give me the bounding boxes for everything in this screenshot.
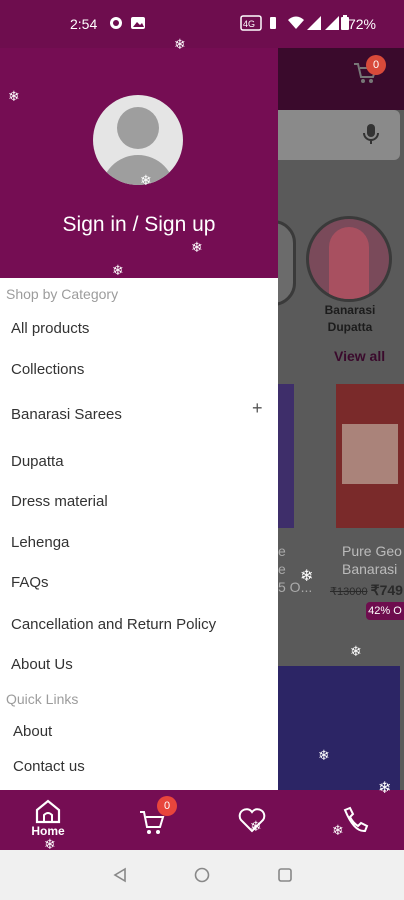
recents-icon[interactable] — [277, 867, 293, 883]
menu-item-collections[interactable]: Collections — [11, 361, 84, 378]
vibrate-icon — [268, 15, 278, 31]
snowflake-icon: ❄ — [378, 780, 392, 797]
signal-icon-2 — [324, 15, 340, 31]
snowflake-icon: ❄ — [191, 239, 203, 255]
sync-icon — [108, 15, 124, 31]
bottom-nav: Home — [0, 790, 404, 850]
product-2-price: ₹13000 ₹749 — [330, 582, 403, 598]
product-2-title: Pure Geo Banarasi — [342, 543, 402, 577]
battery-percent: 72% — [347, 16, 376, 32]
navigation-drawer: Sign in / Sign up Shop by Category All p… — [0, 48, 278, 790]
snowflake-icon: ❄ — [318, 747, 330, 763]
shop-by-category-heading: Shop by Category — [6, 286, 119, 302]
search-bar[interactable] — [270, 110, 400, 160]
menu-item-dupatta[interactable]: Dupatta — [11, 453, 64, 470]
quick-link-about[interactable]: About — [13, 723, 52, 740]
menu-item-cancellation-policy[interactable]: Cancellation and Return Policy — [11, 616, 216, 633]
snowflake-icon: ❄ — [174, 36, 186, 52]
menu-item-dress-material[interactable]: Dress material — [11, 493, 108, 510]
category-label-dupatta: Banarasi Dupatta — [324, 303, 376, 334]
menu-item-faqs[interactable]: FAQs — [11, 574, 49, 591]
product-image-3[interactable] — [278, 666, 400, 790]
status-bar: 2:54 4G 72% — [0, 0, 404, 48]
menu-item-all-products[interactable]: All products — [11, 320, 89, 337]
avatar[interactable] — [93, 95, 183, 185]
snowflake-icon: ❄ — [140, 172, 152, 188]
menu-item-lehenga[interactable]: Lehenga — [11, 534, 69, 551]
product-image-2[interactable] — [336, 384, 404, 528]
snowflake-icon: ❄ — [8, 88, 20, 104]
wifi-icon — [288, 15, 304, 31]
svg-text:4G: 4G — [243, 19, 255, 29]
snowflake-icon: ❄ — [332, 822, 344, 838]
nav-cart-badge: 0 — [157, 796, 177, 816]
system-nav-bar — [0, 850, 404, 900]
mic-icon[interactable] — [362, 122, 380, 151]
menu-item-about-us[interactable]: About Us — [11, 656, 73, 673]
drawer-header: Sign in / Sign up — [0, 48, 278, 278]
snowflake-icon: ❄ — [250, 818, 262, 834]
image-icon — [130, 15, 146, 31]
product-image-1[interactable] — [278, 384, 294, 528]
product-2-discount-badge: 42% O — [366, 602, 404, 620]
status-time: 2:54 — [70, 16, 98, 32]
snowflake-icon: ❄ — [300, 568, 314, 585]
back-icon[interactable] — [112, 867, 128, 883]
snowflake-icon: ❄ — [112, 262, 124, 278]
signin-link[interactable]: Sign in / Sign up — [0, 213, 278, 237]
home-circle-icon[interactable] — [194, 867, 210, 883]
category-circle-dupatta[interactable] — [306, 216, 392, 302]
menu-item-banarasi-sarees[interactable]: Banarasi Sarees — [11, 406, 122, 423]
hd-volte-icon: 4G — [240, 15, 262, 31]
snowflake-icon: ❄ — [350, 643, 362, 659]
quick-links-heading: Quick Links — [6, 691, 79, 707]
home-icon — [35, 799, 61, 824]
header-cart-badge: 0 — [366, 55, 386, 75]
snowflake-icon: ❄ — [44, 836, 56, 852]
quick-link-contact-us[interactable]: Contact us — [13, 758, 85, 775]
signal-icon-1 — [306, 15, 322, 31]
expand-plus-icon[interactable]: + — [252, 398, 263, 419]
view-all-link[interactable]: View all — [334, 348, 385, 364]
